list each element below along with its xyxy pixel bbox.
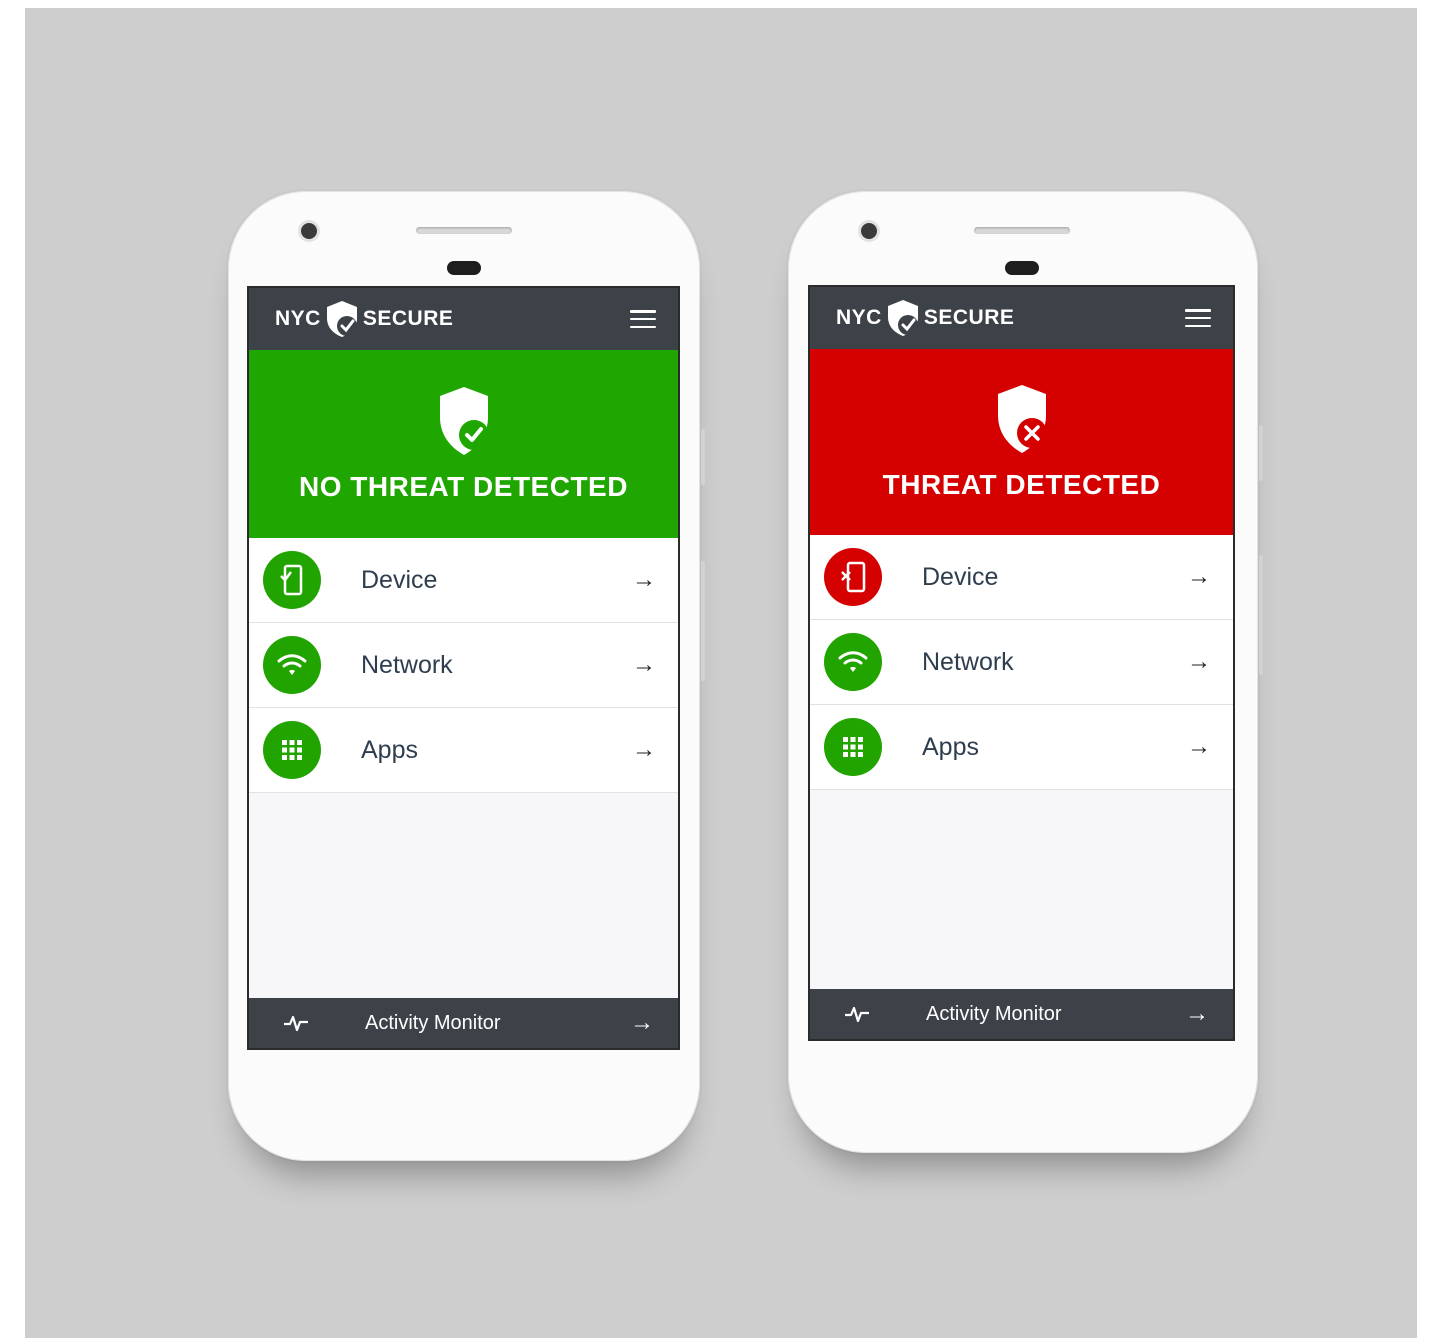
list-item-label: Device <box>361 565 438 594</box>
arrow-right-icon: → <box>632 736 656 763</box>
front-camera <box>301 223 317 239</box>
network-status-badge <box>263 636 321 694</box>
shield-check-icon <box>439 387 489 455</box>
status-title: THREAT DETECTED <box>882 469 1161 500</box>
volume-button <box>1259 425 1263 481</box>
list-item-label: Apps <box>922 732 979 761</box>
list-item-device[interactable]: Device → <box>810 535 1233 620</box>
list-item-label: Network <box>361 650 453 679</box>
wifi-icon <box>277 654 307 675</box>
list-item-label: Device <box>922 562 999 591</box>
app-screen: NYC SECURE THREAT DETECTED Device → Netw… <box>808 285 1235 1041</box>
device-x-icon <box>841 561 866 593</box>
hamburger-menu-icon[interactable] <box>630 310 656 328</box>
arrow-right-icon: → <box>1187 733 1211 760</box>
app-header: NYC SECURE <box>810 287 1233 349</box>
arrow-right-icon: → <box>632 651 656 678</box>
proximity-sensor <box>447 261 481 275</box>
arrow-right-icon: → <box>630 1009 654 1036</box>
activity-monitor-bar[interactable]: Activity Monitor → <box>810 989 1233 1039</box>
status-title: NO THREAT DETECTED <box>299 471 628 502</box>
activity-monitor-bar[interactable]: Activity Monitor → <box>249 998 678 1048</box>
background-canvas: NYC SECURE NO THREAT DETECTED Device → N… <box>25 8 1417 1338</box>
volume-button <box>701 429 705 485</box>
arrow-right-icon: → <box>1187 563 1211 590</box>
pulse-icon <box>284 1015 308 1032</box>
list-item-device[interactable]: Device → <box>249 538 678 623</box>
list-item-label: Network <box>922 647 1014 676</box>
logo-shield-icon <box>326 301 357 337</box>
list-item-apps[interactable]: Apps → <box>810 705 1233 790</box>
arrow-right-icon: → <box>1187 648 1211 675</box>
list-item-network[interactable]: Network → <box>249 623 678 708</box>
power-button <box>701 561 705 681</box>
list-item-apps[interactable]: Apps → <box>249 708 678 793</box>
nyc-secure-logo[interactable]: NYC SECURE <box>836 298 1014 338</box>
logo-text-right: SECURE <box>923 306 1015 329</box>
list-item-label: Apps <box>361 735 418 764</box>
status-banner: THREAT DETECTED <box>810 349 1233 535</box>
proximity-sensor <box>1005 261 1039 275</box>
front-camera <box>861 223 877 239</box>
scan-category-list: Device → Network → Apps → <box>249 538 678 793</box>
logo-shield-icon <box>887 300 918 336</box>
device-status-badge <box>824 548 882 606</box>
activity-monitor-label: Activity Monitor <box>365 1011 501 1034</box>
nyc-secure-logo[interactable]: NYC SECURE <box>275 299 453 339</box>
earpiece-speaker <box>416 227 512 234</box>
arrow-right-icon: → <box>632 566 656 593</box>
arrow-right-icon: → <box>1185 1000 1209 1027</box>
pulse-icon <box>845 1006 869 1023</box>
logo-text-left: NYC <box>275 307 321 330</box>
activity-monitor-label: Activity Monitor <box>926 1002 1062 1025</box>
network-status-badge <box>824 633 882 691</box>
app-screen: NYC SECURE NO THREAT DETECTED Device → N… <box>247 286 680 1050</box>
app-header: NYC SECURE <box>249 288 678 350</box>
device-check-icon <box>280 564 303 596</box>
logo-text-left: NYC <box>836 306 882 329</box>
apps-status-badge <box>263 721 321 779</box>
wifi-icon <box>838 651 868 672</box>
power-button <box>1259 555 1263 675</box>
scan-category-list: Device → Network → Apps → <box>810 535 1233 790</box>
hamburger-menu-icon[interactable] <box>1185 309 1211 327</box>
apps-status-badge <box>824 718 882 776</box>
list-item-network[interactable]: Network → <box>810 620 1233 705</box>
logo-text-right: SECURE <box>362 307 454 330</box>
phone-mockup-safe: NYC SECURE NO THREAT DETECTED Device → N… <box>228 191 705 1161</box>
apps-grid-icon <box>843 737 863 757</box>
apps-grid-icon <box>282 740 302 760</box>
phone-mockup-threat: NYC SECURE THREAT DETECTED Device → Netw… <box>788 191 1263 1153</box>
shield-x-icon <box>997 385 1047 453</box>
earpiece-speaker <box>974 227 1070 234</box>
device-status-badge <box>263 551 321 609</box>
status-banner: NO THREAT DETECTED <box>249 350 678 538</box>
